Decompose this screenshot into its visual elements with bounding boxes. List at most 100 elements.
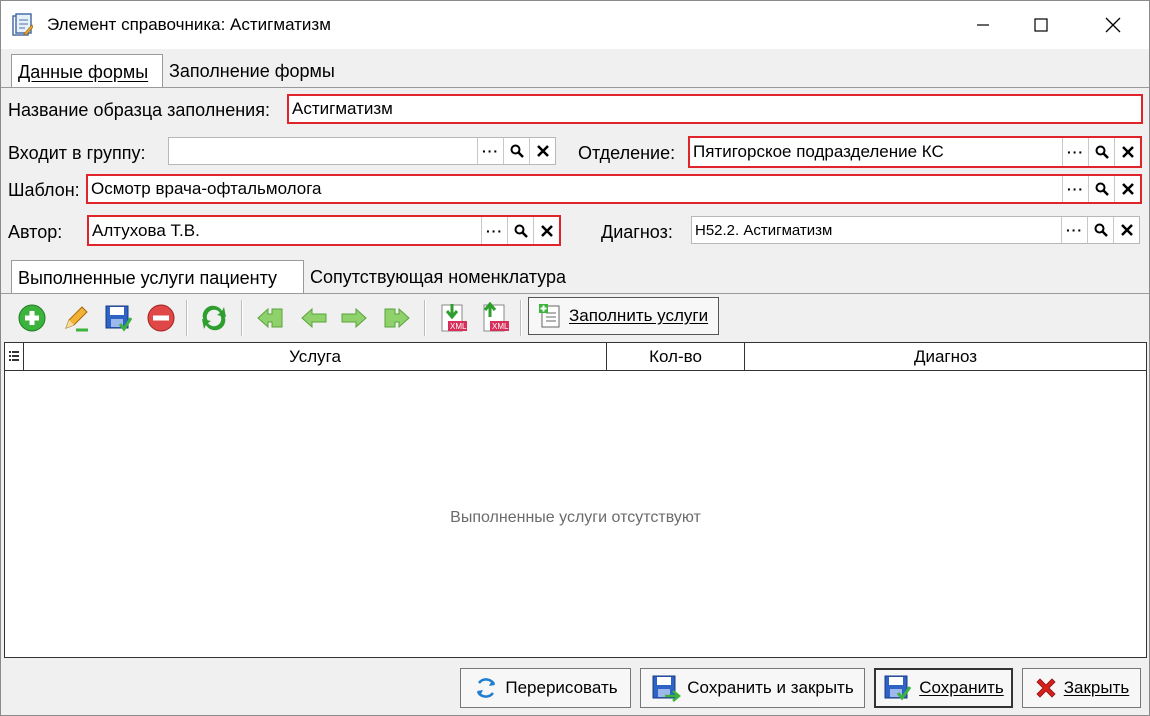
empty-grid-message: Выполненные услуги отсутствуют	[450, 509, 701, 526]
template-input[interactable]: Осмотр врача-офтальмолога ···	[86, 174, 1142, 204]
svg-text:XML: XML	[492, 322, 509, 331]
next-record-button[interactable]	[338, 302, 370, 334]
redraw-button[interactable]: Перерисовать	[460, 668, 631, 708]
column-chooser-button[interactable]	[5, 343, 24, 370]
last-record-button[interactable]	[380, 302, 412, 334]
author-value: Алтухова Т.В.	[92, 220, 200, 240]
svg-text:XML: XML	[450, 322, 467, 331]
column-header-quantity[interactable]: Кол-во	[607, 343, 745, 370]
grid-header: Услуга Кол-во Диагноз	[5, 343, 1146, 371]
name-label: Название образца заполнения:	[8, 100, 270, 120]
prev-record-button[interactable]	[298, 302, 330, 334]
import-xml-button[interactable]: XML	[437, 302, 469, 334]
group-select-button[interactable]: ···	[477, 138, 503, 164]
column-chooser-icon	[9, 351, 19, 361]
export-xml-button[interactable]: XML	[479, 302, 511, 334]
group-clear-button[interactable]	[529, 138, 555, 164]
save-close-label: Сохранить и закрыть	[687, 678, 854, 697]
clear-icon	[1121, 146, 1134, 158]
diagnosis-search-button[interactable]	[1087, 217, 1113, 243]
search-icon	[514, 224, 528, 238]
close-window-button[interactable]	[1083, 1, 1143, 49]
ellipsis-icon: ···	[1067, 181, 1084, 197]
save-label: Сохранить	[919, 678, 1004, 697]
template-search-button[interactable]	[1088, 176, 1114, 202]
diagnosis-label: Диагноз:	[601, 222, 673, 242]
save-close-icon	[652, 675, 682, 702]
form-panel: Название образца заполнения: Астигматизм…	[1, 87, 1149, 260]
tab-label: Сопутствующая номенклатура	[310, 267, 567, 287]
last-icon	[384, 307, 410, 329]
column-header-service[interactable]: Услуга	[24, 343, 607, 370]
close-icon	[1105, 17, 1121, 33]
first-record-button[interactable]	[255, 302, 287, 334]
clear-icon	[540, 224, 553, 237]
add-button[interactable]	[16, 302, 48, 334]
department-value: Пятигорское подразделение КС	[693, 142, 944, 161]
template-value: Осмотр врача-офтальмолога	[91, 179, 322, 198]
tab-label: Данные формы	[18, 62, 149, 82]
toolbar-separator	[186, 300, 188, 336]
author-clear-button[interactable]	[533, 217, 559, 244]
tab-form-filling[interactable]: Заполнение формы	[163, 54, 341, 88]
add-icon	[18, 304, 46, 332]
save-and-close-button[interactable]: Сохранить и закрыть	[640, 668, 865, 708]
group-input[interactable]: ···	[168, 137, 556, 165]
edit-button[interactable]	[60, 302, 92, 334]
author-search-button[interactable]	[507, 217, 533, 244]
search-icon	[510, 144, 524, 158]
department-input[interactable]: Пятигорское подразделение КС ···	[688, 136, 1142, 168]
maximize-button[interactable]	[1011, 1, 1071, 49]
delete-icon	[147, 304, 175, 332]
close-button[interactable]: Закрыть	[1022, 668, 1141, 708]
bottom-button-bar: Перерисовать Сохранить и закрыть Сохрани…	[1, 659, 1149, 715]
group-search-button[interactable]	[503, 138, 529, 164]
diagnosis-select-button[interactable]: ···	[1061, 217, 1087, 243]
fill-document-icon	[539, 304, 560, 328]
first-icon	[257, 307, 283, 329]
save-icon	[884, 675, 912, 701]
dialog-window: Элемент справочника: Астигматизм Данные …	[0, 0, 1150, 716]
close-label: Закрыть	[1063, 678, 1130, 697]
toolbar-separator	[520, 300, 522, 336]
refresh-icon	[202, 305, 226, 331]
edit-icon	[65, 306, 88, 332]
search-icon	[1094, 223, 1108, 237]
services-grid[interactable]: Услуга Кол-во Диагноз Выполненные услуги…	[4, 342, 1147, 658]
maximize-icon	[1034, 18, 1048, 32]
diagnosis-input[interactable]: H52.2. Астигматизм ···	[691, 216, 1140, 244]
search-icon	[1095, 182, 1109, 196]
clear-icon	[1120, 224, 1133, 236]
export-xml-icon: XML	[483, 302, 509, 332]
author-input[interactable]: Алтухова Т.В. ···	[87, 215, 561, 246]
ellipsis-icon: ···	[486, 222, 503, 239]
fill-services-button[interactable]: Заполнить услуги	[528, 297, 719, 335]
template-select-button[interactable]: ···	[1062, 176, 1088, 202]
name-value: Астигматизм	[292, 99, 393, 118]
clear-icon	[536, 145, 549, 157]
minimize-icon	[977, 24, 989, 26]
column-header-diagnosis[interactable]: Диагноз	[745, 343, 1146, 370]
prev-icon	[301, 307, 327, 329]
name-input[interactable]: Астигматизм	[287, 94, 1143, 124]
template-clear-button[interactable]	[1114, 176, 1140, 202]
department-clear-button[interactable]	[1114, 138, 1140, 166]
app-icon	[12, 13, 33, 36]
title-bar: Элемент справочника: Астигматизм	[1, 1, 1149, 49]
department-search-button[interactable]	[1088, 138, 1114, 166]
minimize-button[interactable]	[953, 1, 1013, 49]
clear-icon	[1121, 183, 1134, 195]
close-red-x-icon	[1036, 678, 1056, 698]
refresh-button[interactable]	[198, 302, 230, 334]
save-icon	[105, 305, 133, 332]
tab-form-data[interactable]: Данные формы	[11, 54, 163, 88]
author-select-button[interactable]: ···	[481, 217, 507, 244]
search-icon	[1095, 145, 1109, 159]
tab-related-nomenclature[interactable]: Сопутствующая номенклатура	[304, 260, 572, 294]
save-button[interactable]: Сохранить	[874, 668, 1013, 708]
save-toolbar-button[interactable]	[102, 302, 134, 334]
diagnosis-clear-button[interactable]	[1113, 217, 1139, 243]
delete-button[interactable]	[145, 302, 177, 334]
tab-performed-services[interactable]: Выполненные услуги пациенту	[11, 260, 304, 294]
department-select-button[interactable]: ···	[1062, 138, 1088, 166]
